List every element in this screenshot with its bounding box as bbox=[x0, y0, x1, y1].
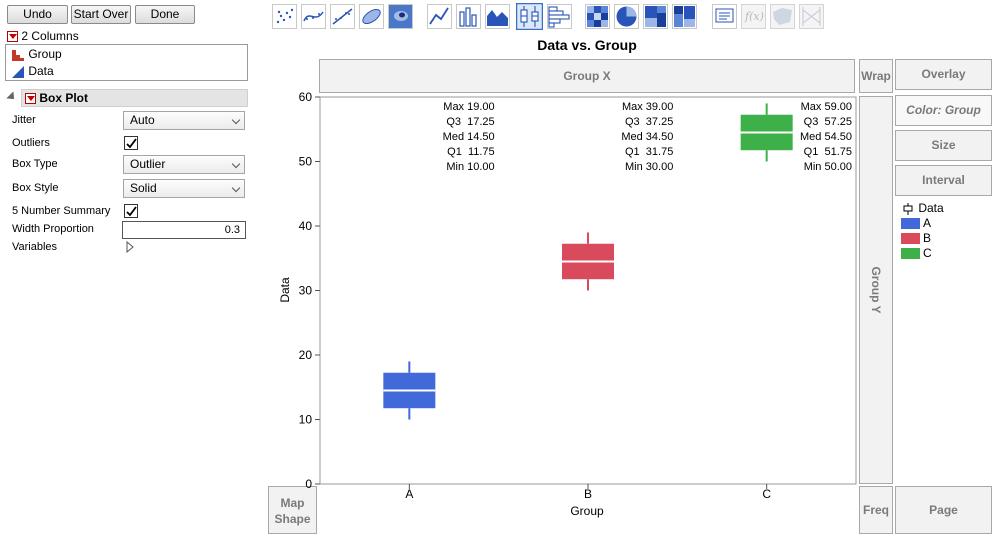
box-plot-chart[interactable]: Data Group 0 10 20 30 40 50 60 A Max 19.00 Q3 17.… bbox=[0, 0, 998, 537]
summary-min: Min 50.00 bbox=[804, 161, 852, 173]
summary-med: Med 34.50 bbox=[621, 131, 673, 143]
x-tick-label: C bbox=[762, 487, 771, 501]
y-axis-label: Data bbox=[278, 277, 292, 303]
summary-q3: Q3 57.25 bbox=[804, 116, 852, 128]
y-tick-label: 60 bbox=[299, 90, 313, 104]
x-tick-label: B bbox=[584, 487, 592, 501]
summary-q3: Q3 37.25 bbox=[625, 116, 673, 128]
summary-med: Med 54.50 bbox=[800, 131, 852, 143]
summary-q1: Q1 11.75 bbox=[447, 146, 495, 158]
y-tick-label: 40 bbox=[299, 219, 313, 233]
y-tick-label: 50 bbox=[299, 155, 313, 169]
summary-max: Max 39.00 bbox=[622, 101, 673, 113]
summary-q1: Q1 31.75 bbox=[625, 146, 673, 158]
summary-q1: Q1 51.75 bbox=[804, 146, 852, 158]
summary-min: Min 30.00 bbox=[625, 161, 673, 173]
summary-med: Med 14.50 bbox=[443, 131, 495, 143]
summary-max: Max 59.00 bbox=[801, 101, 852, 113]
y-tick-label: 0 bbox=[305, 477, 312, 491]
y-tick-label: 10 bbox=[299, 413, 313, 427]
summary-q3: Q3 17.25 bbox=[446, 116, 494, 128]
y-tick-label: 20 bbox=[299, 348, 313, 362]
x-axis-label: Group bbox=[570, 504, 604, 518]
y-tick-label: 30 bbox=[299, 284, 313, 298]
summary-max: Max 19.00 bbox=[443, 101, 494, 113]
x-tick-label: A bbox=[405, 487, 413, 501]
summary-min: Min 10.00 bbox=[446, 161, 494, 173]
